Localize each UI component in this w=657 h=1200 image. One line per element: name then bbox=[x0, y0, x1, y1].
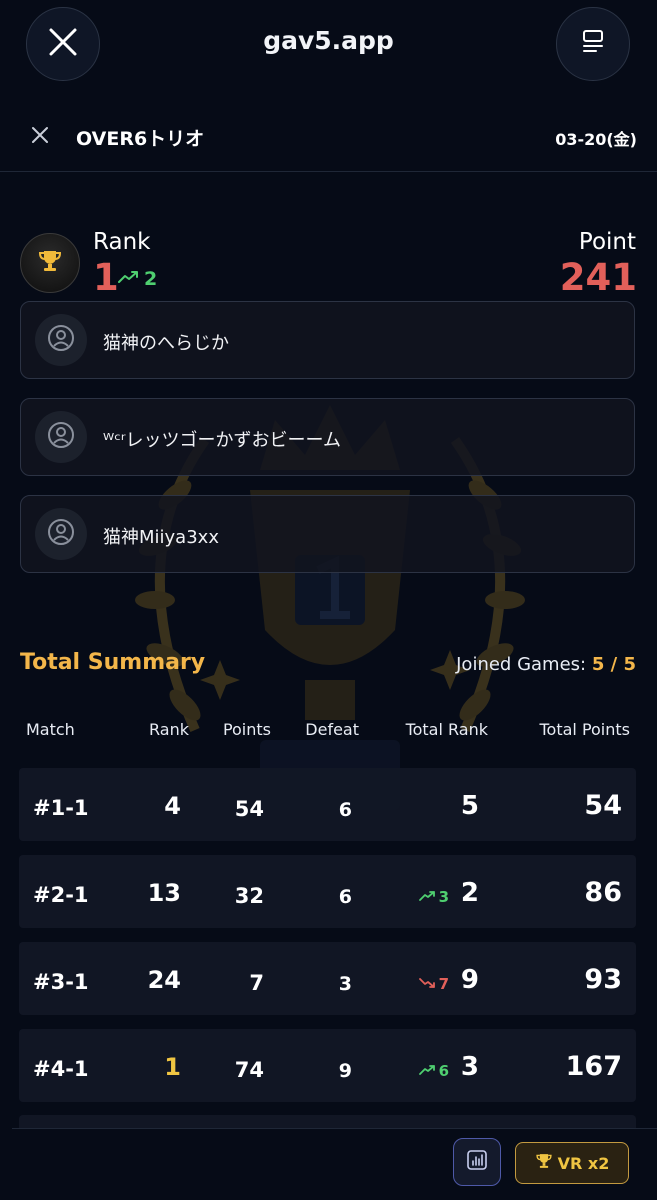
joined-games: Joined Games: 5 / 5 bbox=[456, 654, 636, 675]
match-id: #1-1 bbox=[33, 796, 89, 820]
total-rank: 3 bbox=[460, 1052, 479, 1082]
point-value: 241 bbox=[559, 256, 637, 299]
col-defeat: Defeat bbox=[305, 720, 359, 739]
point-label: Point bbox=[578, 229, 636, 255]
match-points: 74 bbox=[234, 1058, 264, 1082]
match-defeat: 6 bbox=[338, 799, 352, 821]
user-circle-icon bbox=[47, 324, 75, 356]
joined-games-value: 5 / 5 bbox=[591, 654, 636, 675]
vr-multiplier-label: VR x2 bbox=[557, 1153, 610, 1173]
total-points: 54 bbox=[584, 790, 622, 821]
trend-up-icon bbox=[117, 268, 141, 290]
member-name: 猫神のへらじか bbox=[103, 333, 229, 354]
avatar bbox=[35, 314, 87, 366]
menu-button[interactable] bbox=[556, 7, 630, 81]
match-rank: 4 bbox=[164, 792, 181, 820]
vr-multiplier-button[interactable]: VR x2 bbox=[515, 1142, 629, 1184]
total-points: 93 bbox=[584, 964, 622, 995]
table-row[interactable]: #3-1 24 7 3 7 9 93 bbox=[19, 942, 636, 1015]
match-points: 54 bbox=[234, 797, 264, 821]
total-points: 86 bbox=[584, 877, 622, 908]
col-points: Points bbox=[222, 720, 271, 739]
col-rank: Rank bbox=[149, 720, 189, 739]
bar-chart-icon bbox=[466, 1149, 488, 1175]
total-rank: 5 bbox=[460, 791, 479, 821]
member-name: 猫神Miiya3xx bbox=[103, 527, 219, 548]
col-total-rank: Total Rank bbox=[405, 720, 488, 739]
total-rank-change-value: 3 bbox=[438, 888, 449, 906]
total-rank-change: 6 bbox=[418, 1062, 449, 1080]
table-row[interactable]: #4-1 1 74 9 6 3 167 bbox=[19, 1029, 636, 1102]
match-defeat: 3 bbox=[338, 973, 352, 995]
top-bar: gav5.app bbox=[0, 0, 657, 100]
avatar bbox=[35, 508, 87, 560]
match-date: 03-20(金) bbox=[555, 130, 637, 149]
member-card[interactable]: 猫神のへらじか bbox=[20, 301, 635, 379]
total-rank: 9 bbox=[460, 965, 479, 995]
joined-games-label: Joined Games: bbox=[456, 654, 587, 675]
match-defeat: 9 bbox=[338, 1060, 352, 1082]
rank-label: Rank bbox=[93, 229, 151, 255]
user-circle-icon bbox=[47, 421, 75, 453]
match-points: 32 bbox=[234, 884, 264, 908]
user-circle-icon bbox=[47, 518, 75, 550]
rank-value: 1 bbox=[93, 256, 119, 299]
match-points: 7 bbox=[249, 971, 264, 995]
team-name: OVER6トリオ bbox=[76, 128, 205, 150]
total-points: 167 bbox=[565, 1051, 622, 1082]
rank-change: 2 bbox=[117, 268, 157, 290]
total-rank: 2 bbox=[460, 878, 479, 908]
trend-down-icon bbox=[418, 975, 437, 993]
col-total-points: Total Points bbox=[539, 720, 630, 739]
rank-change-value: 2 bbox=[144, 268, 158, 290]
avatar bbox=[35, 411, 87, 463]
match-id: #2-1 bbox=[33, 883, 89, 907]
trend-up-icon bbox=[418, 888, 437, 906]
col-match: Match bbox=[26, 720, 75, 739]
table-row-partial bbox=[19, 1115, 636, 1129]
match-id: #3-1 bbox=[33, 970, 89, 994]
table-row[interactable]: #2-1 13 32 6 3 2 86 bbox=[19, 855, 636, 928]
match-rank: 24 bbox=[147, 966, 181, 994]
menu-icon bbox=[579, 28, 607, 60]
total-rank-change: 3 bbox=[418, 888, 449, 906]
total-rank-change-value: 6 bbox=[438, 1062, 449, 1080]
member-card[interactable]: 猫神Miiya3xx bbox=[20, 495, 635, 573]
close-icon bbox=[28, 127, 52, 151]
trend-up-icon bbox=[418, 1062, 437, 1080]
total-rank-change-value: 7 bbox=[438, 975, 449, 993]
total-rank-change: 7 bbox=[418, 975, 449, 993]
bottom-bar: VR x2 bbox=[12, 1128, 657, 1200]
close-team-button[interactable] bbox=[28, 123, 52, 147]
member-card[interactable]: ᵂᶜʳレッツゴーかずおビーーム bbox=[20, 398, 635, 476]
stats-button[interactable] bbox=[453, 1138, 501, 1186]
team-header: OVER6トリオ 03-20(金) bbox=[0, 105, 657, 172]
table-header: Match Rank Points Defeat Total Rank Tota… bbox=[0, 720, 657, 744]
match-defeat: 6 bbox=[338, 886, 352, 908]
match-rank: 1 bbox=[164, 1053, 181, 1081]
total-summary-title: Total Summary bbox=[20, 650, 206, 675]
trophy-icon bbox=[535, 1152, 553, 1174]
table-row[interactable]: #1-1 4 54 6 5 54 bbox=[19, 768, 636, 841]
trophy-badge bbox=[20, 233, 80, 293]
match-id: #4-1 bbox=[33, 1057, 89, 1081]
match-rank: 13 bbox=[147, 879, 181, 907]
trophy-icon bbox=[37, 248, 63, 278]
member-name: ᵂᶜʳレッツゴーかずおビーーム bbox=[103, 430, 341, 451]
